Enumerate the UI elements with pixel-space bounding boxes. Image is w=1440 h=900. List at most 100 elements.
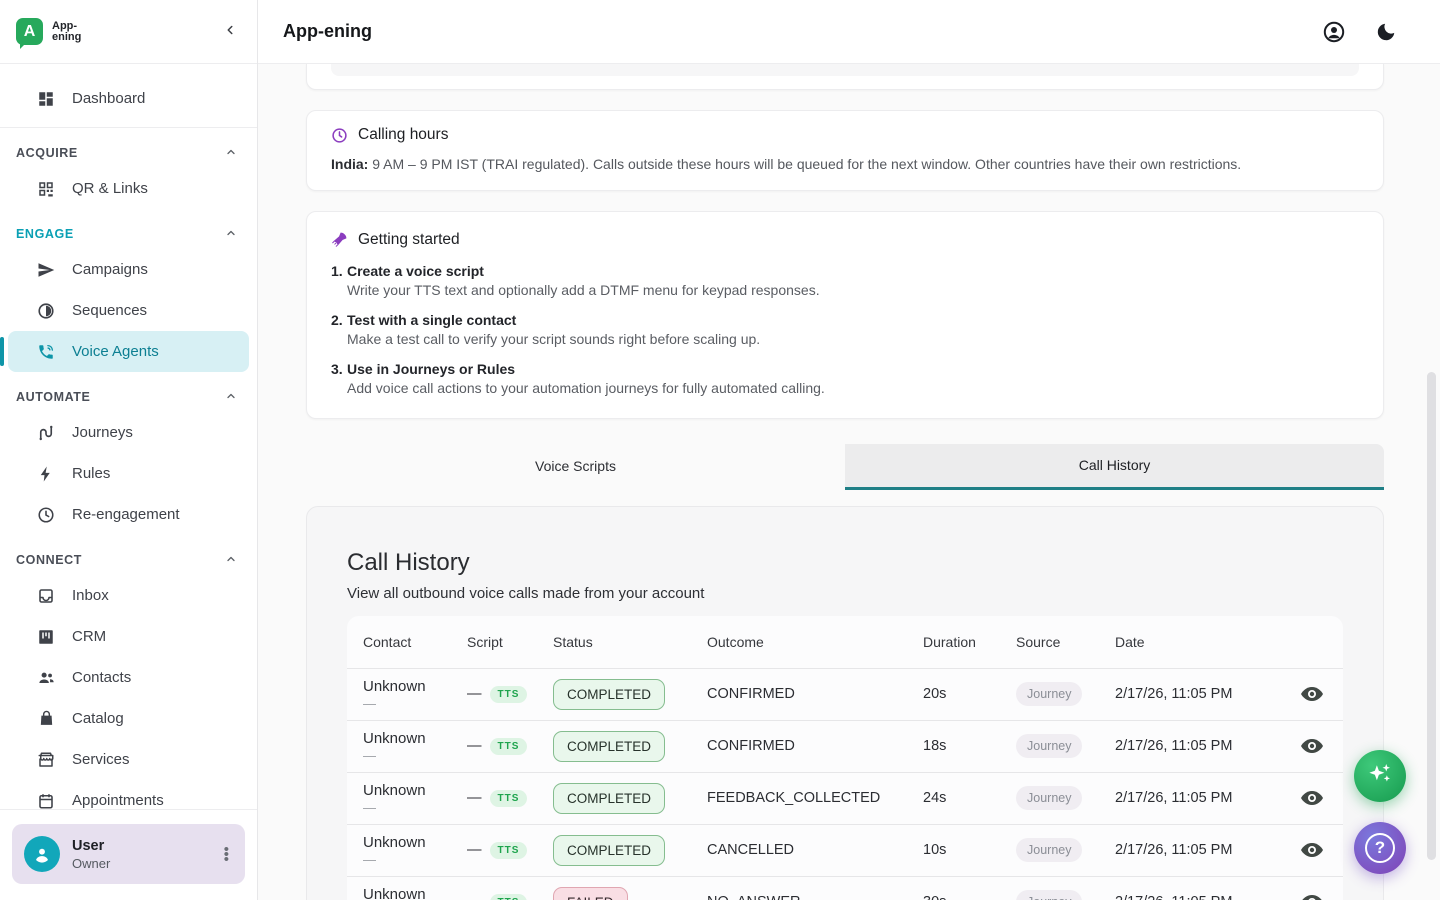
inbox-icon: [36, 586, 56, 606]
sidebar-item-voice-agents[interactable]: Voice Agents: [8, 331, 249, 372]
step-title: Create a voice script: [347, 263, 484, 279]
sidebar-item-contacts[interactable]: Contacts: [8, 657, 249, 698]
tab-call-history[interactable]: Call History: [845, 444, 1384, 490]
col-source: Source: [1016, 634, 1115, 650]
logo-line-1: App-: [52, 21, 81, 32]
tts-badge: TTS: [490, 686, 528, 703]
table-row[interactable]: Unknown— —TTS COMPLETED CONFIRMED 20s Jo…: [347, 668, 1343, 720]
cell-date: 2/17/26, 11:05 PM: [1115, 894, 1285, 900]
dashboard-icon: [36, 89, 56, 109]
sidebar-item-label: Sequences: [72, 302, 147, 319]
cell-duration: 30s: [923, 894, 1016, 900]
cell-date: 2/17/26, 11:05 PM: [1115, 842, 1285, 858]
section-label: ACQUIRE: [16, 146, 78, 160]
step-number: 1.: [331, 263, 347, 298]
col-outcome: Outcome: [707, 634, 923, 650]
source-badge: Journey: [1016, 838, 1082, 862]
source-badge: Journey: [1016, 890, 1082, 900]
tts-badge: TTS: [490, 894, 528, 900]
source-badge: Journey: [1016, 786, 1082, 810]
sidebar-item-re-engagement[interactable]: Re-engagement: [8, 494, 249, 535]
app-logo-text: App- ening: [52, 21, 81, 43]
sidebar-item-campaigns[interactable]: Campaigns: [8, 249, 249, 290]
view-call-eye-icon[interactable]: [1299, 889, 1325, 900]
ai-assistant-fab[interactable]: [1354, 750, 1406, 802]
sidebar-item-label: Catalog: [72, 710, 124, 727]
section-connect[interactable]: CONNECT: [0, 545, 257, 575]
user-card[interactable]: User Owner •••: [12, 824, 245, 884]
source-badge: Journey: [1016, 734, 1082, 758]
col-status: Status: [553, 634, 707, 650]
step-desc: Write your TTS text and optionally add a…: [347, 282, 820, 298]
view-call-eye-icon[interactable]: [1299, 785, 1325, 811]
sidebar-item-crm[interactable]: CRM: [8, 616, 249, 657]
col-date: Date: [1115, 634, 1285, 650]
status-badge: COMPLETED: [553, 679, 665, 710]
table-row[interactable]: Unknown— —TTS COMPLETED CANCELLED 10s Jo…: [347, 824, 1343, 876]
dark-mode-moon-icon[interactable]: [1374, 20, 1398, 44]
sidebar-user-section: User Owner •••: [0, 809, 257, 900]
sidebar-item-label: Rules: [72, 465, 110, 482]
cell-duration: 20s: [923, 686, 1016, 702]
sidebar-item-services[interactable]: Services: [8, 739, 249, 780]
sidebar-item-sequences[interactable]: Sequences: [8, 290, 249, 331]
cell-date: 2/17/26, 11:05 PM: [1115, 790, 1285, 806]
sidebar-item-label: Re-engagement: [72, 506, 180, 523]
help-fab[interactable]: ?: [1354, 822, 1406, 874]
account-icon[interactable]: [1322, 20, 1346, 44]
sidebar-collapse-icon[interactable]: [219, 19, 241, 44]
view-call-eye-icon[interactable]: [1299, 733, 1325, 759]
getting-started-step: 1. Create a voice script Write your TTS …: [331, 263, 1359, 298]
view-call-eye-icon[interactable]: [1299, 681, 1325, 707]
sidebar-item-dashboard[interactable]: Dashboard: [8, 78, 249, 119]
cell-contact-sub: —: [363, 852, 467, 867]
sidebar-item-journeys[interactable]: Journeys: [8, 412, 249, 453]
step-desc: Add voice call actions to your automatio…: [347, 380, 825, 396]
step-title: Test with a single contact: [347, 312, 516, 328]
table-row[interactable]: Unknown— —TTS COMPLETED FEEDBACK_COLLECT…: [347, 772, 1343, 824]
people-icon: [36, 668, 56, 688]
table-row[interactable]: Unknown— —TTS COMPLETED CONFIRMED 18s Jo…: [347, 720, 1343, 772]
sidebar-item-label: Inbox: [72, 587, 109, 604]
user-menu-icon[interactable]: •••: [218, 843, 235, 866]
app-logo-icon: A: [16, 18, 43, 45]
tts-badge: TTS: [490, 738, 528, 755]
cell-script-dash: —: [467, 738, 482, 754]
sidebar-item-inbox[interactable]: Inbox: [8, 575, 249, 616]
sidebar-item-rules[interactable]: Rules: [8, 453, 249, 494]
sidebar-item-qr-links[interactable]: QR & Links: [8, 168, 249, 209]
cell-contact-sub: —: [363, 696, 467, 711]
tts-badge: TTS: [490, 790, 528, 807]
cell-duration: 18s: [923, 738, 1016, 754]
sidebar-item-appointments[interactable]: Appointments: [8, 780, 249, 809]
tts-badge: TTS: [490, 842, 528, 859]
sparkles-icon: [1365, 759, 1395, 794]
cell-script-dash: —: [467, 842, 482, 858]
section-automate[interactable]: AUTOMATE: [0, 382, 257, 412]
sidebar-item-label: QR & Links: [72, 180, 148, 197]
sidebar: A App- ening Dashboard ACQUIRE QR & Link…: [0, 0, 258, 900]
cell-contact-sub: —: [363, 748, 467, 763]
section-engage[interactable]: ENGAGE: [0, 219, 257, 249]
cell-contact: Unknown: [363, 730, 467, 747]
rocket-icon: [331, 231, 348, 248]
chevron-up-icon: [225, 553, 237, 568]
table-row[interactable]: Unknown— —TTS FAILED NO_ANSWER 30s Journ…: [347, 876, 1343, 900]
cell-contact: Unknown: [363, 782, 467, 799]
chevron-up-icon: [225, 390, 237, 405]
cell-outcome: FEEDBACK_COLLECTED: [707, 790, 923, 806]
vertical-scrollbar[interactable]: [1427, 372, 1436, 860]
getting-started-card: Getting started 1. Create a voice script…: [306, 211, 1384, 419]
view-call-eye-icon[interactable]: [1299, 837, 1325, 863]
lightning-icon: [36, 464, 56, 484]
cell-script-dash: —: [467, 686, 482, 702]
call-history-table: Contact Script Status Outcome Duration S…: [347, 616, 1343, 900]
calling-hours-country: India:: [331, 156, 368, 172]
tab-voice-scripts[interactable]: Voice Scripts: [306, 444, 845, 490]
cell-contact: Unknown: [363, 886, 467, 900]
sidebar-item-label: CRM: [72, 628, 106, 645]
section-acquire[interactable]: ACQUIRE: [0, 138, 257, 168]
col-contact: Contact: [363, 634, 467, 650]
sidebar-item-catalog[interactable]: Catalog: [8, 698, 249, 739]
sidebar-item-label: Services: [72, 751, 130, 768]
